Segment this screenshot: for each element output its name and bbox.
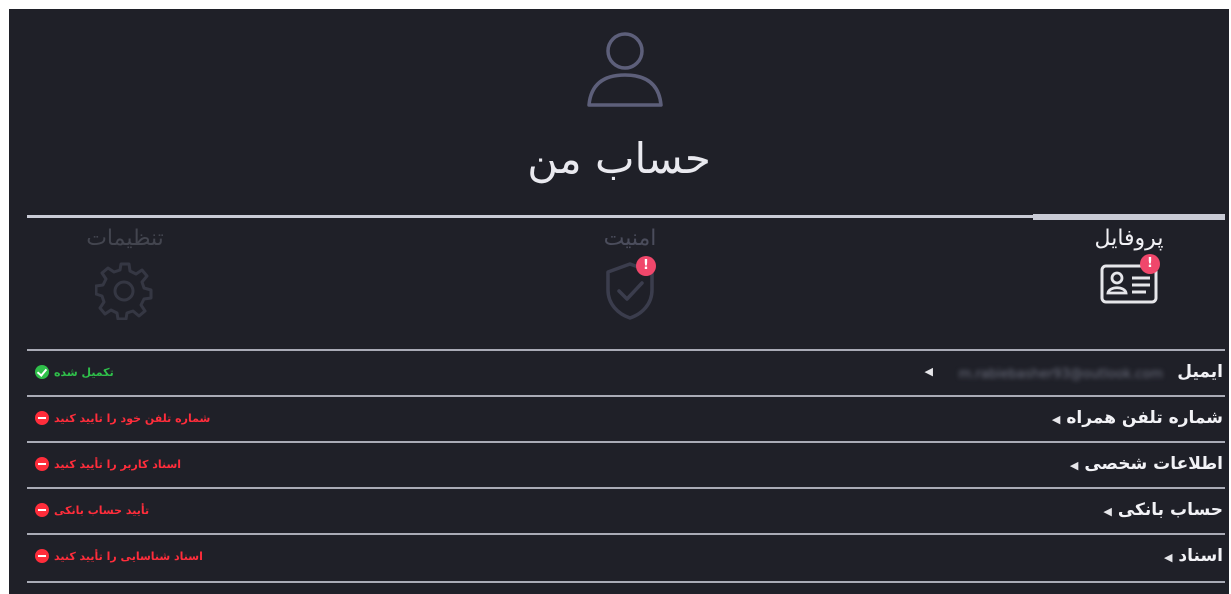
- account-panel: حساب من پروفایل ! امنیت ! تنظیمات ایمیل …: [9, 9, 1229, 594]
- caret-left-icon: ◀: [1051, 413, 1061, 426]
- tab-settings-label: تنظیمات: [86, 226, 164, 251]
- tab-security[interactable]: امنیت !: [480, 224, 780, 326]
- rows-bottom-divider: [27, 581, 1225, 583]
- user-avatar-icon: [587, 32, 663, 107]
- check-circle-icon: [35, 365, 49, 379]
- profile-alert-badge: !: [1140, 254, 1160, 274]
- tab-profile-label: پروفایل: [1094, 226, 1164, 251]
- bank-account-status: تأیید حساب بانکی: [35, 503, 149, 517]
- row-documents-label: اسناد◀: [1163, 546, 1223, 566]
- caret-left-icon: ◀: [1163, 551, 1173, 564]
- personal-info-status: اسناد کاربر را تأیید کنید: [35, 457, 181, 471]
- caret-left-icon: ◀: [1069, 459, 1079, 472]
- security-alert-badge: !: [636, 256, 656, 276]
- row-documents[interactable]: اسناد◀ اسناد شناسایی را تأیید کنید: [27, 533, 1225, 581]
- row-bank-account-label: حساب بانکی◀: [1103, 500, 1223, 520]
- email-value: m.rabiebasher93@outlook.com: [958, 367, 1163, 382]
- row-personal-info[interactable]: اطلاعات شخصی◀ اسناد کاربر را تأیید کنید: [27, 441, 1225, 489]
- id-card-icon: !: [1100, 254, 1160, 308]
- row-bank-account[interactable]: حساب بانکی◀ تأیید حساب بانکی: [27, 487, 1225, 535]
- page-title: حساب من: [527, 134, 711, 183]
- minus-circle-icon: [35, 411, 49, 425]
- row-email-label: ایمیل: [1177, 362, 1223, 382]
- tab-profile[interactable]: پروفایل !: [979, 224, 1229, 308]
- row-personal-info-label: اطلاعات شخصی◀: [1069, 454, 1223, 474]
- row-email[interactable]: ایمیل ◀ m.rabiebasher93@outlook.com تکمی…: [27, 349, 1225, 397]
- shield-check-icon: !: [602, 256, 658, 326]
- minus-circle-icon: [35, 457, 49, 471]
- caret-left-icon: ◀: [1103, 505, 1112, 518]
- tab-security-label: امنیت: [603, 226, 657, 251]
- row-mobile-label: شماره تلفن همراه◀: [1051, 408, 1223, 428]
- minus-circle-icon: [35, 503, 49, 517]
- email-status: تکمیل شده: [35, 365, 114, 379]
- minus-circle-icon: [35, 549, 49, 563]
- documents-status: اسناد شناسایی را تأیید کنید: [35, 549, 203, 563]
- caret-left-icon: ◀: [924, 365, 933, 378]
- tab-settings[interactable]: تنظیمات: [9, 224, 275, 324]
- row-mobile[interactable]: شماره تلفن همراه◀ شماره تلفن خود را تایی…: [27, 395, 1225, 443]
- mobile-status: شماره تلفن خود را تایید کنید: [35, 411, 210, 425]
- active-tab-indicator: [1033, 214, 1225, 220]
- gear-icon: [94, 260, 155, 324]
